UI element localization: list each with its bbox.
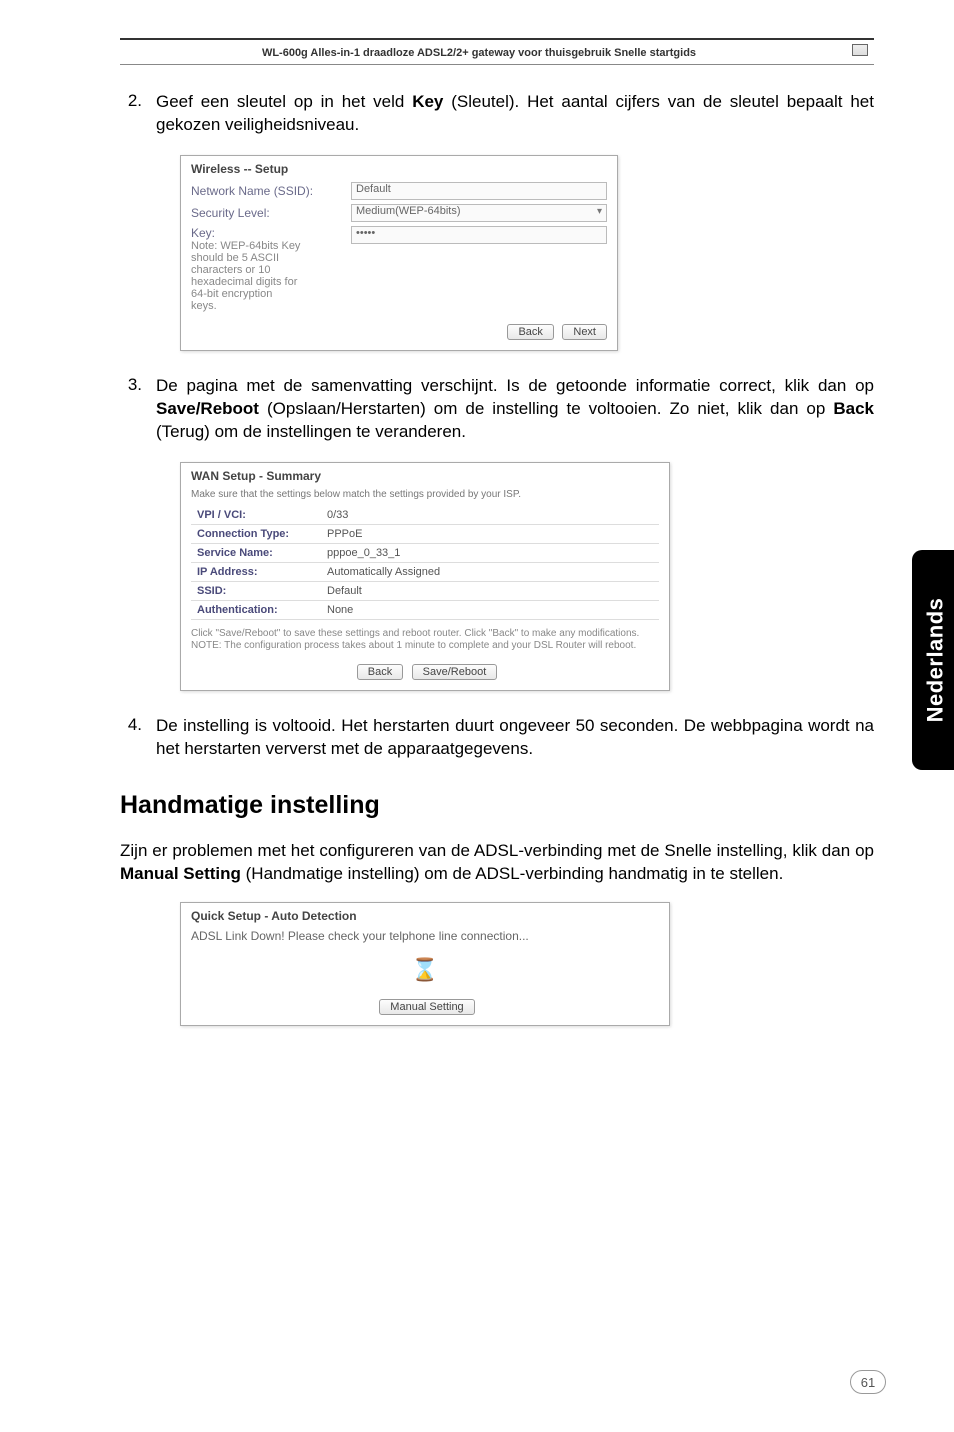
screenshot-quick-setup: Quick Setup - Auto Detection ADSL Link D… bbox=[180, 902, 670, 1026]
step-3: 3. De pagina met de samenvatting verschi… bbox=[120, 375, 874, 444]
table-row: IP Address:Automatically Assigned bbox=[191, 563, 659, 582]
table-row: VPI / VCI:0/33 bbox=[191, 506, 659, 525]
next-button[interactable]: Next bbox=[562, 324, 607, 340]
step-2: 2. Geef een sleutel op in het veld Key (… bbox=[120, 91, 874, 137]
page-header: WL-600g Alles-in-1 draadloze ADSL2/2+ ga… bbox=[120, 38, 874, 65]
ssid-input[interactable]: Default bbox=[351, 182, 607, 200]
modem-icon bbox=[846, 42, 874, 62]
page-number: 61 bbox=[850, 1370, 886, 1394]
back-button[interactable]: Back bbox=[507, 324, 553, 340]
key-note: Note: WEP-64bits Key should be 5 ASCII c… bbox=[191, 240, 301, 313]
language-tab: Nederlands bbox=[912, 550, 954, 770]
screenshot-wireless-setup: Wireless -- Setup Network Name (SSID): D… bbox=[180, 155, 618, 352]
header-title: WL-600g Alles-in-1 draadloze ADSL2/2+ ga… bbox=[262, 47, 696, 59]
adsl-link-text: ADSL Link Down! Please check your telpho… bbox=[191, 929, 659, 943]
screenshot-subtitle: Make sure that the settings below match … bbox=[191, 489, 659, 500]
ssid-label: Network Name (SSID): bbox=[191, 184, 351, 198]
step-number: 3. bbox=[120, 375, 142, 444]
screenshot-wan-summary: WAN Setup - Summary Make sure that the s… bbox=[180, 462, 670, 691]
language-label: Nederlands bbox=[922, 598, 948, 723]
step-text: De pagina met de samenvatting verschijnt… bbox=[156, 375, 874, 444]
save-reboot-button[interactable]: Save/Reboot bbox=[412, 664, 498, 680]
key-input[interactable]: ••••• bbox=[351, 226, 607, 244]
screenshot-title: WAN Setup - Summary bbox=[191, 469, 659, 483]
step-number: 2. bbox=[120, 91, 142, 137]
summary-note: Click "Save/Reboot" to save these settin… bbox=[191, 628, 659, 652]
table-row: Authentication:None bbox=[191, 601, 659, 620]
screenshot-title: Quick Setup - Auto Detection bbox=[191, 909, 659, 923]
security-level-select[interactable]: Medium(WEP-64bits) bbox=[351, 204, 607, 222]
security-level-label: Security Level: bbox=[191, 206, 351, 220]
summary-table: VPI / VCI:0/33 Connection Type:PPPoE Ser… bbox=[191, 506, 659, 620]
manual-setting-button[interactable]: Manual Setting bbox=[379, 999, 474, 1015]
screenshot-title: Wireless -- Setup bbox=[191, 162, 607, 176]
table-row: SSID:Default bbox=[191, 582, 659, 601]
key-label: Key: bbox=[191, 226, 351, 240]
table-row: Connection Type:PPPoE bbox=[191, 525, 659, 544]
step-text: De instelling is voltooid. Het herstarte… bbox=[156, 715, 874, 761]
back-button[interactable]: Back bbox=[357, 664, 403, 680]
step-number: 4. bbox=[120, 715, 142, 761]
step-4: 4. De instelling is voltooid. Het hersta… bbox=[120, 715, 874, 761]
section-heading: Handmatige instelling bbox=[120, 791, 874, 820]
manual-paragraph: Zijn er problemen met het configureren v… bbox=[120, 840, 874, 886]
hourglass-icon: ⌛ bbox=[191, 957, 659, 983]
table-row: Service Name:pppoe_0_33_1 bbox=[191, 544, 659, 563]
step-text: Geef een sleutel op in het veld Key (Sle… bbox=[156, 91, 874, 137]
